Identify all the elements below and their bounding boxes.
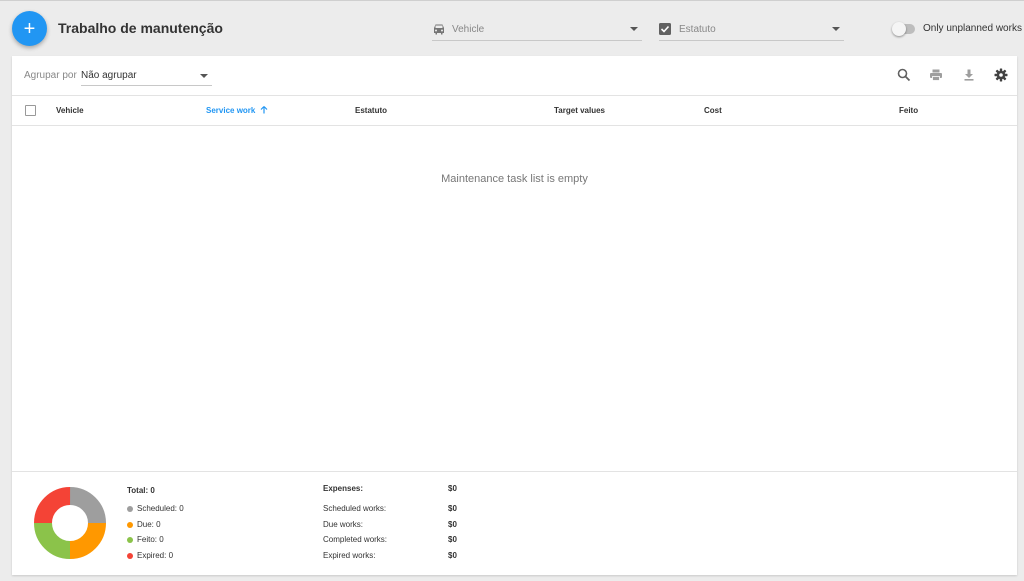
vehicle-filter-label: Vehicle [452,23,485,35]
legend-label: Due: 0 [137,520,161,529]
top-bar: + Trabalho de manutenção Vehicle Estatut… [0,0,1024,55]
print-icon[interactable] [929,68,943,82]
toggle-knob [892,21,906,36]
group-by-label: Agrupar por [24,70,77,81]
total-count: Total: 0 [127,486,155,495]
column-vehicle[interactable]: Vehicle [56,106,84,115]
completed-works-label: Completed works: [323,535,388,544]
chevron-down-icon [630,27,638,31]
expenses-value: $0 [448,484,457,493]
chevron-down-icon [200,74,208,78]
gear-icon[interactable] [994,68,1008,82]
legend-dot [127,505,133,512]
expired-works-label: Expired works: [323,551,376,560]
vehicle-filter[interactable]: Vehicle [432,18,642,41]
unplanned-toggle[interactable]: Only unplanned works [892,21,1022,36]
status-filter[interactable]: Estatuto [659,18,844,41]
legend-done: Feito: 0 [127,535,164,544]
status-filter-label: Estatuto [679,23,716,35]
column-done[interactable]: Feito [899,106,918,115]
toggle-switch[interactable] [892,21,915,36]
toggle-label: Only unplanned works [923,23,1022,34]
legend-dot [127,536,133,543]
column-service-work[interactable]: Service work [206,106,268,115]
download-icon[interactable] [962,68,976,82]
legend-expired: Expired: 0 [127,551,173,560]
expired-works-value: $0 [448,551,457,560]
chevron-down-icon [832,27,840,31]
arrow-up-icon [260,106,268,114]
scheduled-works-label: Scheduled works: [323,504,387,513]
status-donut-chart [34,487,106,559]
legend-label: Feito: 0 [137,535,164,544]
completed-works-value: $0 [448,535,457,544]
legend-scheduled: Scheduled: 0 [127,504,184,513]
table-header: Vehicle Service work Estatuto Target val… [12,96,1017,126]
scheduled-works-value: $0 [448,504,457,513]
legend-label: Expired: 0 [137,551,174,560]
due-works-value: $0 [448,520,457,529]
maintenance-card: Agrupar por Não agrupar Vehicle Service … [12,56,1017,575]
summary-panel: Total: 0 Scheduled: 0 Due: 0 Feito: 0 Ex… [12,471,1017,575]
legend-dot [127,521,133,528]
group-by-value: Não agrupar [81,70,137,81]
column-target-values[interactable]: Target values [554,106,605,115]
empty-message: Maintenance task list is empty [441,173,588,185]
car-icon [432,22,446,36]
expenses-label: Expenses: [323,484,364,493]
search-icon[interactable] [897,68,911,82]
due-works-label: Due works: [323,520,364,529]
column-service-work-label: Service work [206,106,256,115]
column-cost[interactable]: Cost [704,106,722,115]
page-title: Trabalho de manutenção [58,20,223,36]
legend-due: Due: 0 [127,520,161,529]
add-button[interactable]: + [12,11,47,46]
column-status[interactable]: Estatuto [355,106,387,115]
legend-dot [127,552,133,559]
card-toolbar: Agrupar por Não agrupar [12,56,1017,96]
checkbox-checked-icon [659,22,673,36]
group-by-select[interactable]: Não agrupar [81,66,212,86]
select-all-checkbox[interactable] [25,105,36,116]
legend-label: Scheduled: 0 [137,504,184,513]
